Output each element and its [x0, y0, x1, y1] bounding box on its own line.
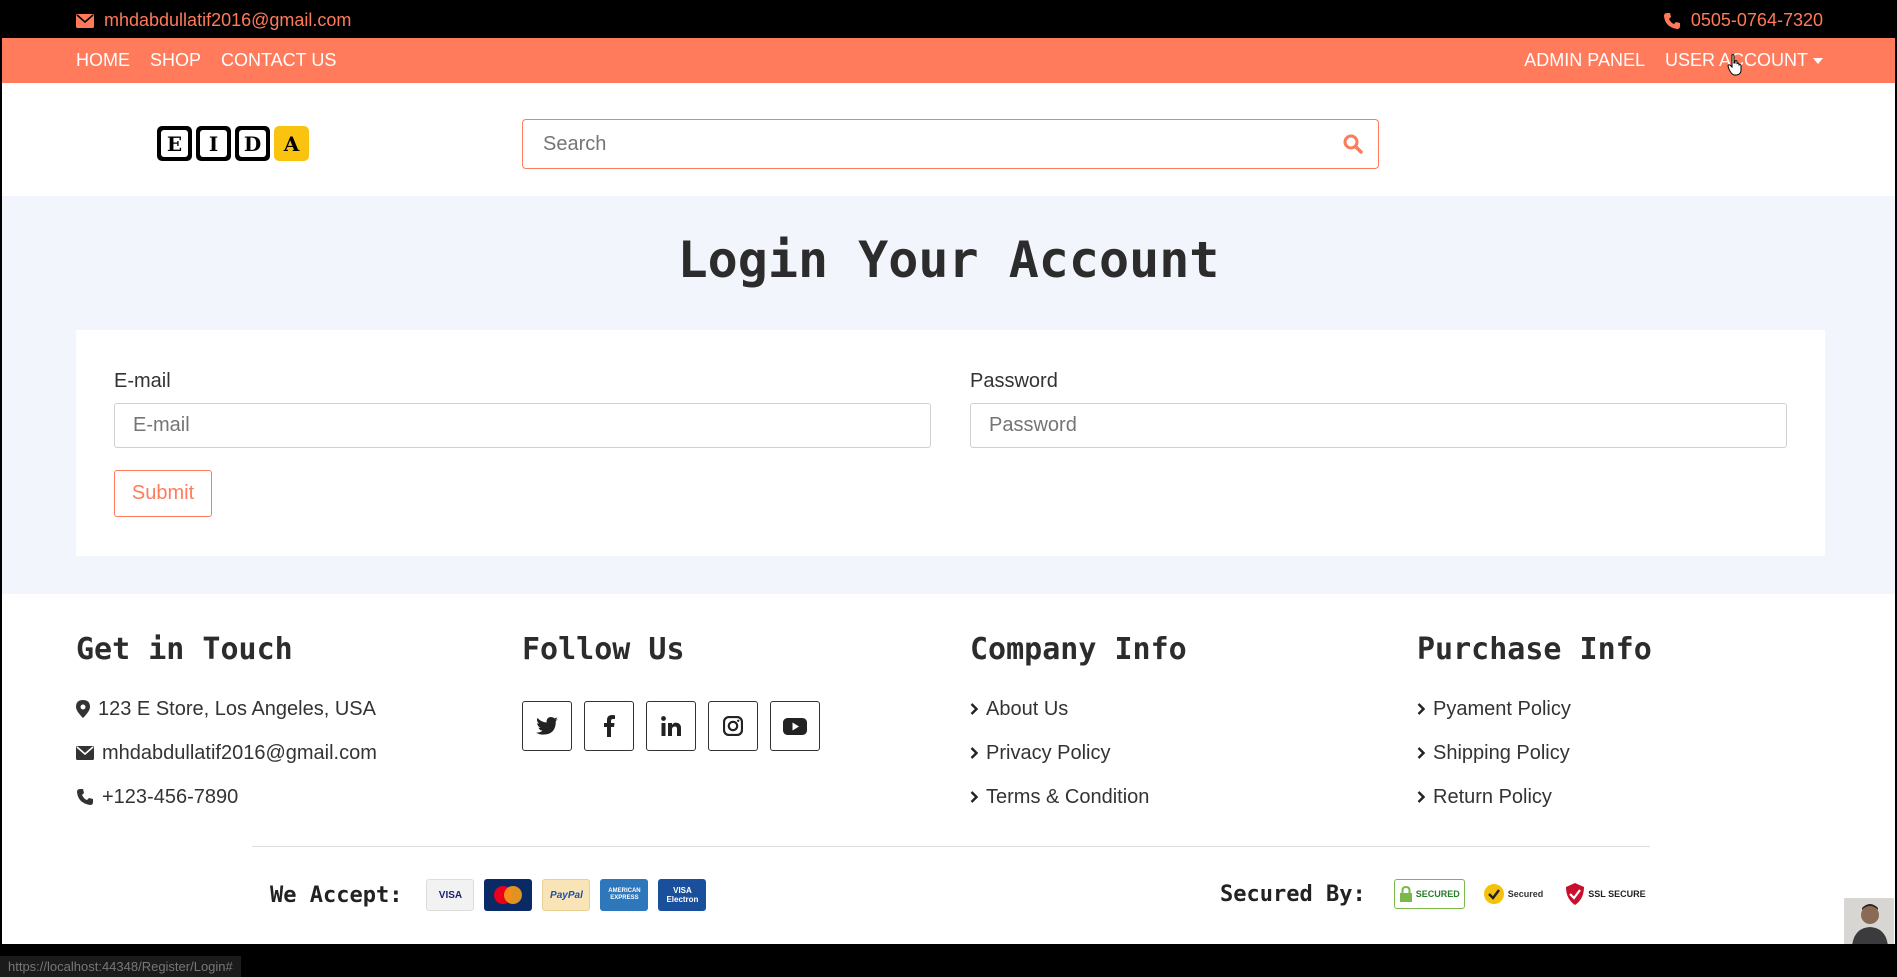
linkedin-button[interactable] [646, 701, 696, 751]
logo-tile-e: E [157, 126, 192, 161]
caret-down-icon [1813, 58, 1823, 65]
password-field[interactable] [970, 403, 1787, 448]
envelope-icon [76, 746, 94, 760]
submit-button[interactable]: Submit [114, 470, 212, 517]
get-in-touch-column: Get in Touch 123 E Store, Los Angeles, U… [76, 632, 377, 819]
logo-tile-d: D [235, 126, 270, 161]
footer-divider [252, 846, 1650, 847]
envelope-icon [76, 13, 94, 28]
chevron-right-icon [1417, 703, 1425, 715]
instagram-icon [723, 716, 743, 736]
email-line[interactable]: mhdabdullatif2016@gmail.com [76, 731, 377, 775]
logo-tile-i: I [196, 126, 231, 161]
twitter-button[interactable] [522, 701, 572, 751]
visa-card-icon: VISA [426, 879, 475, 911]
payment-methods: We Accept: VISA PayPal AMERICAN EXPRESS … [270, 879, 707, 911]
webcam-overlay-image [1844, 898, 1894, 944]
topbar-email-text: mhdabdullatif2016@gmail.com [104, 10, 352, 30]
logo-tile-a: A [274, 126, 309, 161]
hand-cursor-icon [1727, 54, 1742, 76]
purchase-info-heading: Purchase Info [1417, 632, 1652, 667]
nav-home[interactable]: HOME [76, 50, 130, 71]
youtube-button[interactable] [770, 701, 820, 751]
secured-by-label: Secured By: [1220, 881, 1366, 907]
footer: Get in Touch 123 E Store, Los Angeles, U… [2, 594, 1895, 944]
ssl-secure-seal-icon: SSL SECURE [1561, 879, 1649, 909]
nav-user-account-dropdown[interactable]: USER ACCOUNT [1665, 50, 1823, 71]
nav-admin-panel[interactable]: ADMIN PANEL [1524, 50, 1645, 71]
search-button[interactable] [1328, 120, 1378, 168]
facebook-icon [604, 715, 615, 737]
we-accept-label: We Accept: [270, 882, 403, 908]
search-icon [1343, 134, 1363, 154]
chevron-right-icon [970, 747, 978, 759]
topbar-phone-text: 0505-0764-7320 [1690, 10, 1823, 30]
top-bar: mhdabdullatif2016@gmail.com 0505-0764-73… [2, 0, 1895, 38]
about-us-link[interactable]: About Us [970, 687, 1187, 731]
shipping-policy-link[interactable]: Shipping Policy [1417, 731, 1652, 775]
instagram-button[interactable] [708, 701, 758, 751]
twitter-icon [536, 717, 558, 735]
follow-us-heading: Follow Us [522, 632, 685, 667]
page-title: Login Your Account [677, 231, 1220, 289]
phone-line[interactable]: +123-456-7890 [76, 775, 377, 819]
chevron-right-icon [1417, 791, 1425, 803]
email-group: E-mail [114, 370, 931, 448]
terms-condition-link[interactable]: Terms & Condition [970, 775, 1187, 819]
topbar-email[interactable]: mhdabdullatif2016@gmail.com [76, 10, 351, 31]
follow-us-column: Follow Us [522, 632, 820, 751]
secured-check-seal-icon: Secured [1479, 879, 1548, 909]
privacy-policy-link[interactable]: Privacy Policy [970, 731, 1187, 775]
nav-contact-us[interactable]: CONTACT US [221, 50, 336, 71]
company-info-heading: Company Info [970, 632, 1187, 667]
paypal-icon: PayPal [542, 879, 591, 911]
facebook-button[interactable] [584, 701, 634, 751]
search-bar [522, 119, 1379, 169]
phone-icon [77, 789, 93, 805]
return-policy-link[interactable]: Return Policy [1417, 775, 1652, 819]
login-section: Login Your Account E-mail Password Submi… [2, 196, 1895, 594]
get-in-touch-heading: Get in Touch [76, 632, 293, 667]
linkedin-icon [661, 716, 681, 736]
map-marker-icon [76, 700, 90, 718]
nav-shop[interactable]: SHOP [150, 50, 201, 71]
mastercard-icon [484, 879, 533, 911]
address-line: 123 E Store, Los Angeles, USA [76, 687, 377, 731]
search-input[interactable] [523, 132, 1328, 156]
chevron-right-icon [970, 703, 978, 715]
login-form: E-mail Password Submit [76, 330, 1825, 556]
payment-policy-link[interactable]: Pyament Policy [1417, 687, 1652, 731]
american-express-icon: AMERICAN EXPRESS [600, 879, 649, 911]
email-label: E-mail [114, 370, 171, 392]
secured-lock-seal-icon: SECURED [1393, 879, 1465, 909]
company-info-column: Company Info About Us Privacy Policy Ter… [970, 632, 1187, 819]
visa-electron-icon: VISA Electron [658, 879, 707, 911]
page: mhdabdullatif2016@gmail.com 0505-0764-73… [2, 0, 1895, 944]
main-nav: HOME SHOP CONTACT US ADMIN PANEL USER AC… [2, 38, 1895, 83]
password-group: Password [970, 370, 1787, 448]
purchase-info-column: Purchase Info Pyament Policy Shipping Po… [1417, 632, 1652, 819]
security-seals: Secured By: SECURED Secured SSL SECURE [1220, 879, 1650, 909]
eida-logo[interactable]: E I D A [157, 126, 309, 161]
topbar-phone[interactable]: 0505-0764-7320 [1663, 10, 1823, 31]
password-label: Password [970, 370, 1058, 392]
chevron-right-icon [970, 791, 978, 803]
youtube-icon [783, 717, 807, 735]
chevron-right-icon [1417, 747, 1425, 759]
phone-icon [1663, 12, 1680, 29]
email-field[interactable] [114, 403, 931, 448]
browser-status-url: https://localhost:44348/Register/Login# [0, 956, 241, 977]
